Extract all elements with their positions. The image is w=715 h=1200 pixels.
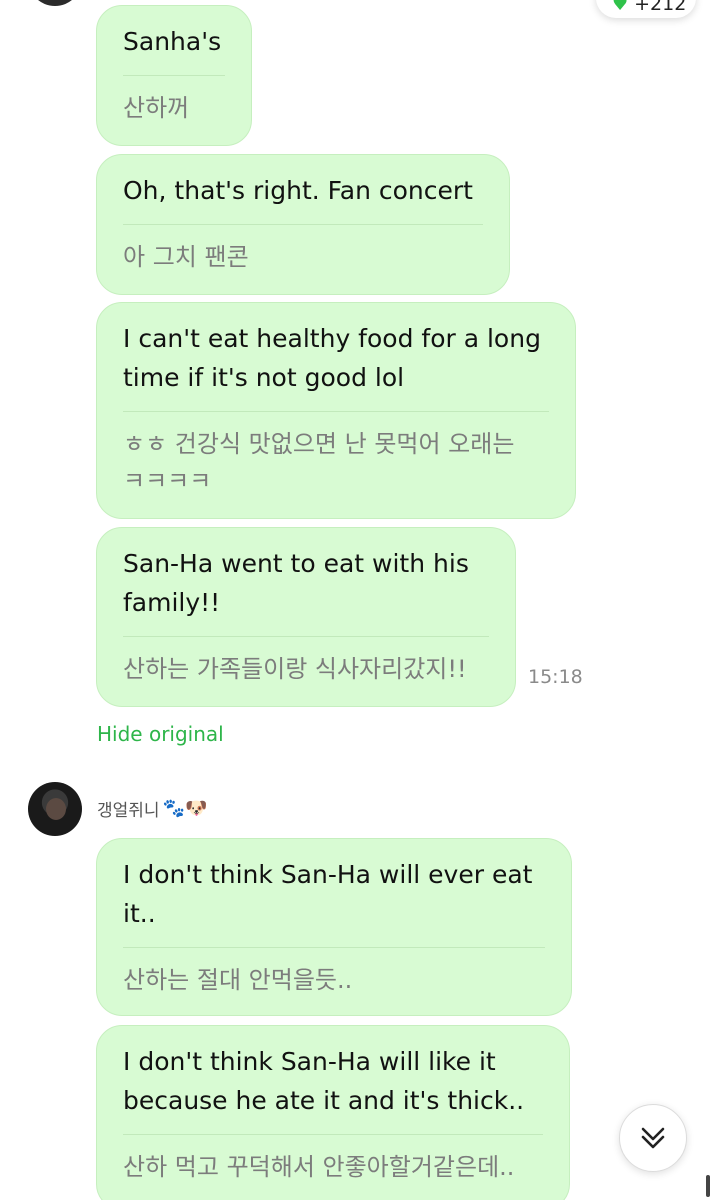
original-text: 산하는 절대 안먹을듯.. (123, 966, 353, 994)
heart-icon: ♥ (612, 0, 629, 15)
bubble-divider (123, 636, 489, 637)
message-bubble[interactable]: I don't think San-Ha will like it becaus… (96, 1025, 570, 1200)
bubble-divider (123, 224, 483, 225)
original-text: 산하는 가족들이랑 식사자리갔지!! (123, 655, 467, 683)
translated-text: I can't eat healthy food for a long time… (123, 324, 541, 392)
original-text: ㅎㅎ 건강식 맛없으면 난 못먹어 오래는 ㅋㅋㅋㅋ (123, 430, 515, 495)
message-bubble[interactable]: Oh, that's right. Fan concert 아 그치 팬콘 (96, 154, 510, 295)
avatar[interactable] (28, 0, 82, 6)
message-bubble[interactable]: I can't eat healthy food for a long time… (96, 302, 576, 519)
bubble-divider (123, 411, 549, 412)
message-bubble[interactable]: I don't think San-Ha will ever eat it.. … (96, 838, 572, 1016)
translated-text: I don't think San-Ha will like it becaus… (123, 1047, 525, 1115)
translated-text: Sanha's (123, 27, 222, 56)
chat-screen: ♥ +212 Sanha's 산하꺼 Oh, that's right. Fan… (0, 0, 715, 1200)
double-chevron-down-icon (641, 1127, 665, 1149)
translated-text: I don't think San-Ha will ever eat it.. (123, 860, 533, 928)
hide-original-link[interactable]: Hide original (97, 722, 224, 746)
avatar-face (46, 798, 66, 820)
bubble-divider (123, 947, 545, 948)
translated-text: Oh, that's right. Fan concert (123, 176, 473, 205)
reaction-count: +212 (634, 0, 687, 15)
scroll-to-bottom-button[interactable] (619, 1104, 687, 1172)
original-text: 아 그치 팬콘 (123, 243, 249, 271)
bubble-divider (123, 1134, 543, 1135)
sender-name-text: 갱얼쥐니 (97, 801, 160, 821)
message-bubble[interactable]: Sanha's 산하꺼 (96, 5, 252, 146)
translated-text: San-Ha went to eat with his family!! (123, 549, 469, 617)
bubble-divider (123, 75, 225, 76)
message-timestamp: 15:18 (528, 666, 583, 688)
sender-avatar[interactable] (28, 782, 82, 836)
sender-name[interactable]: 갱얼쥐니 🐾🐶 (97, 796, 207, 821)
paw-dog-emoji: 🐾🐶 (162, 798, 208, 819)
original-text: 산하 먹고 꾸덕해서 안좋아할거같은데.. (123, 1153, 515, 1181)
reaction-badge[interactable]: ♥ +212 (596, 0, 696, 18)
original-text: 산하꺼 (123, 94, 190, 122)
scrollbar[interactable] (706, 1175, 710, 1197)
message-bubble[interactable]: San-Ha went to eat with his family!! 산하는… (96, 527, 516, 707)
